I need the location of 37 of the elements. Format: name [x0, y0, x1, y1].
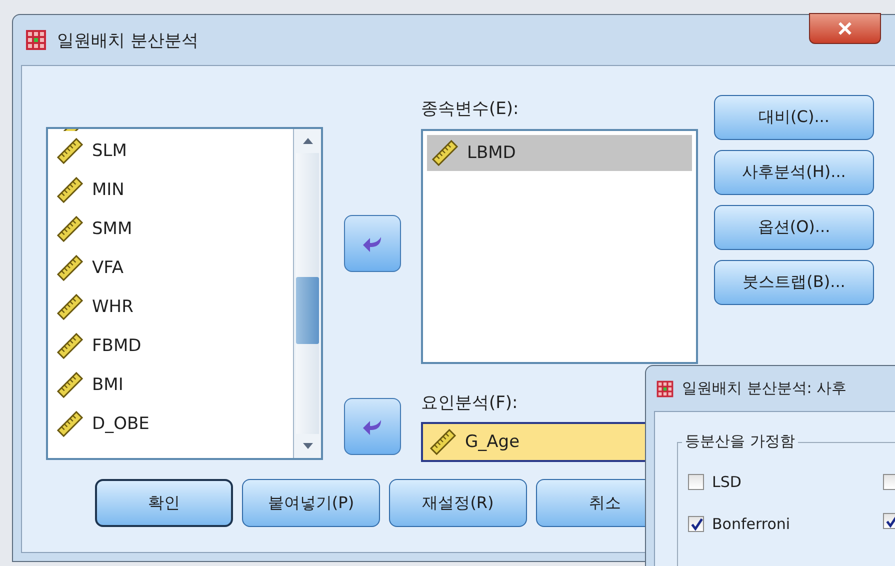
table-icon	[656, 380, 674, 398]
window-title: 일원배치 분산분석: 사후	[682, 379, 847, 398]
check-icon	[884, 514, 895, 528]
variable-item[interactable]: LBMD	[427, 135, 692, 171]
variable-item[interactable]: BMI	[56, 365, 293, 404]
variable-item[interactable]: WHR	[56, 287, 293, 326]
checkbox[interactable]	[883, 474, 895, 490]
dialog-button[interactable]: 대비(C)...	[714, 95, 874, 140]
dialog-button[interactable]: 옵션(O)...	[714, 205, 874, 250]
dialog-button[interactable]: 붙여넣기(P)	[242, 479, 380, 527]
table-icon	[25, 29, 47, 51]
checkbox[interactable]	[883, 513, 895, 529]
down-arrow-icon	[302, 442, 314, 450]
move-button[interactable]	[344, 215, 401, 272]
close-button[interactable]	[809, 13, 881, 44]
scrollbar[interactable]	[293, 129, 321, 458]
dialog-button[interactable]: 사후분석(H)...	[714, 150, 874, 195]
dialog-button[interactable]: 붓스트랩(B)...	[714, 260, 874, 305]
variable-item[interactable]: SLM	[56, 131, 293, 170]
factor-label: 요인분석(F):	[421, 392, 518, 415]
up-arrow-icon	[302, 137, 314, 145]
dialog-button[interactable]: 확인	[95, 479, 233, 527]
variable-item[interactable]: FBMD	[56, 326, 293, 365]
checkbox[interactable]: Bonferroni	[688, 513, 883, 535]
close-icon	[837, 22, 853, 35]
dialog-button[interactable]: 재설정(R)	[389, 479, 527, 527]
check-icon	[690, 518, 702, 530]
group-title: 등분산을 가정함	[682, 432, 798, 451]
window-title: 일원배치 분산분석	[57, 30, 198, 52]
variable-item[interactable]: MIN	[56, 170, 293, 209]
move-button[interactable]	[344, 398, 401, 455]
variable-item[interactable]: VFA	[56, 248, 293, 287]
checkbox[interactable]: LSD	[688, 471, 883, 493]
scrollbar-thumb[interactable]	[296, 276, 319, 344]
variable-item[interactable]: SMM	[56, 209, 293, 248]
dependent-label: 종속변수(E):	[421, 98, 519, 121]
variable-item[interactable]: D_OBE	[56, 404, 293, 443]
